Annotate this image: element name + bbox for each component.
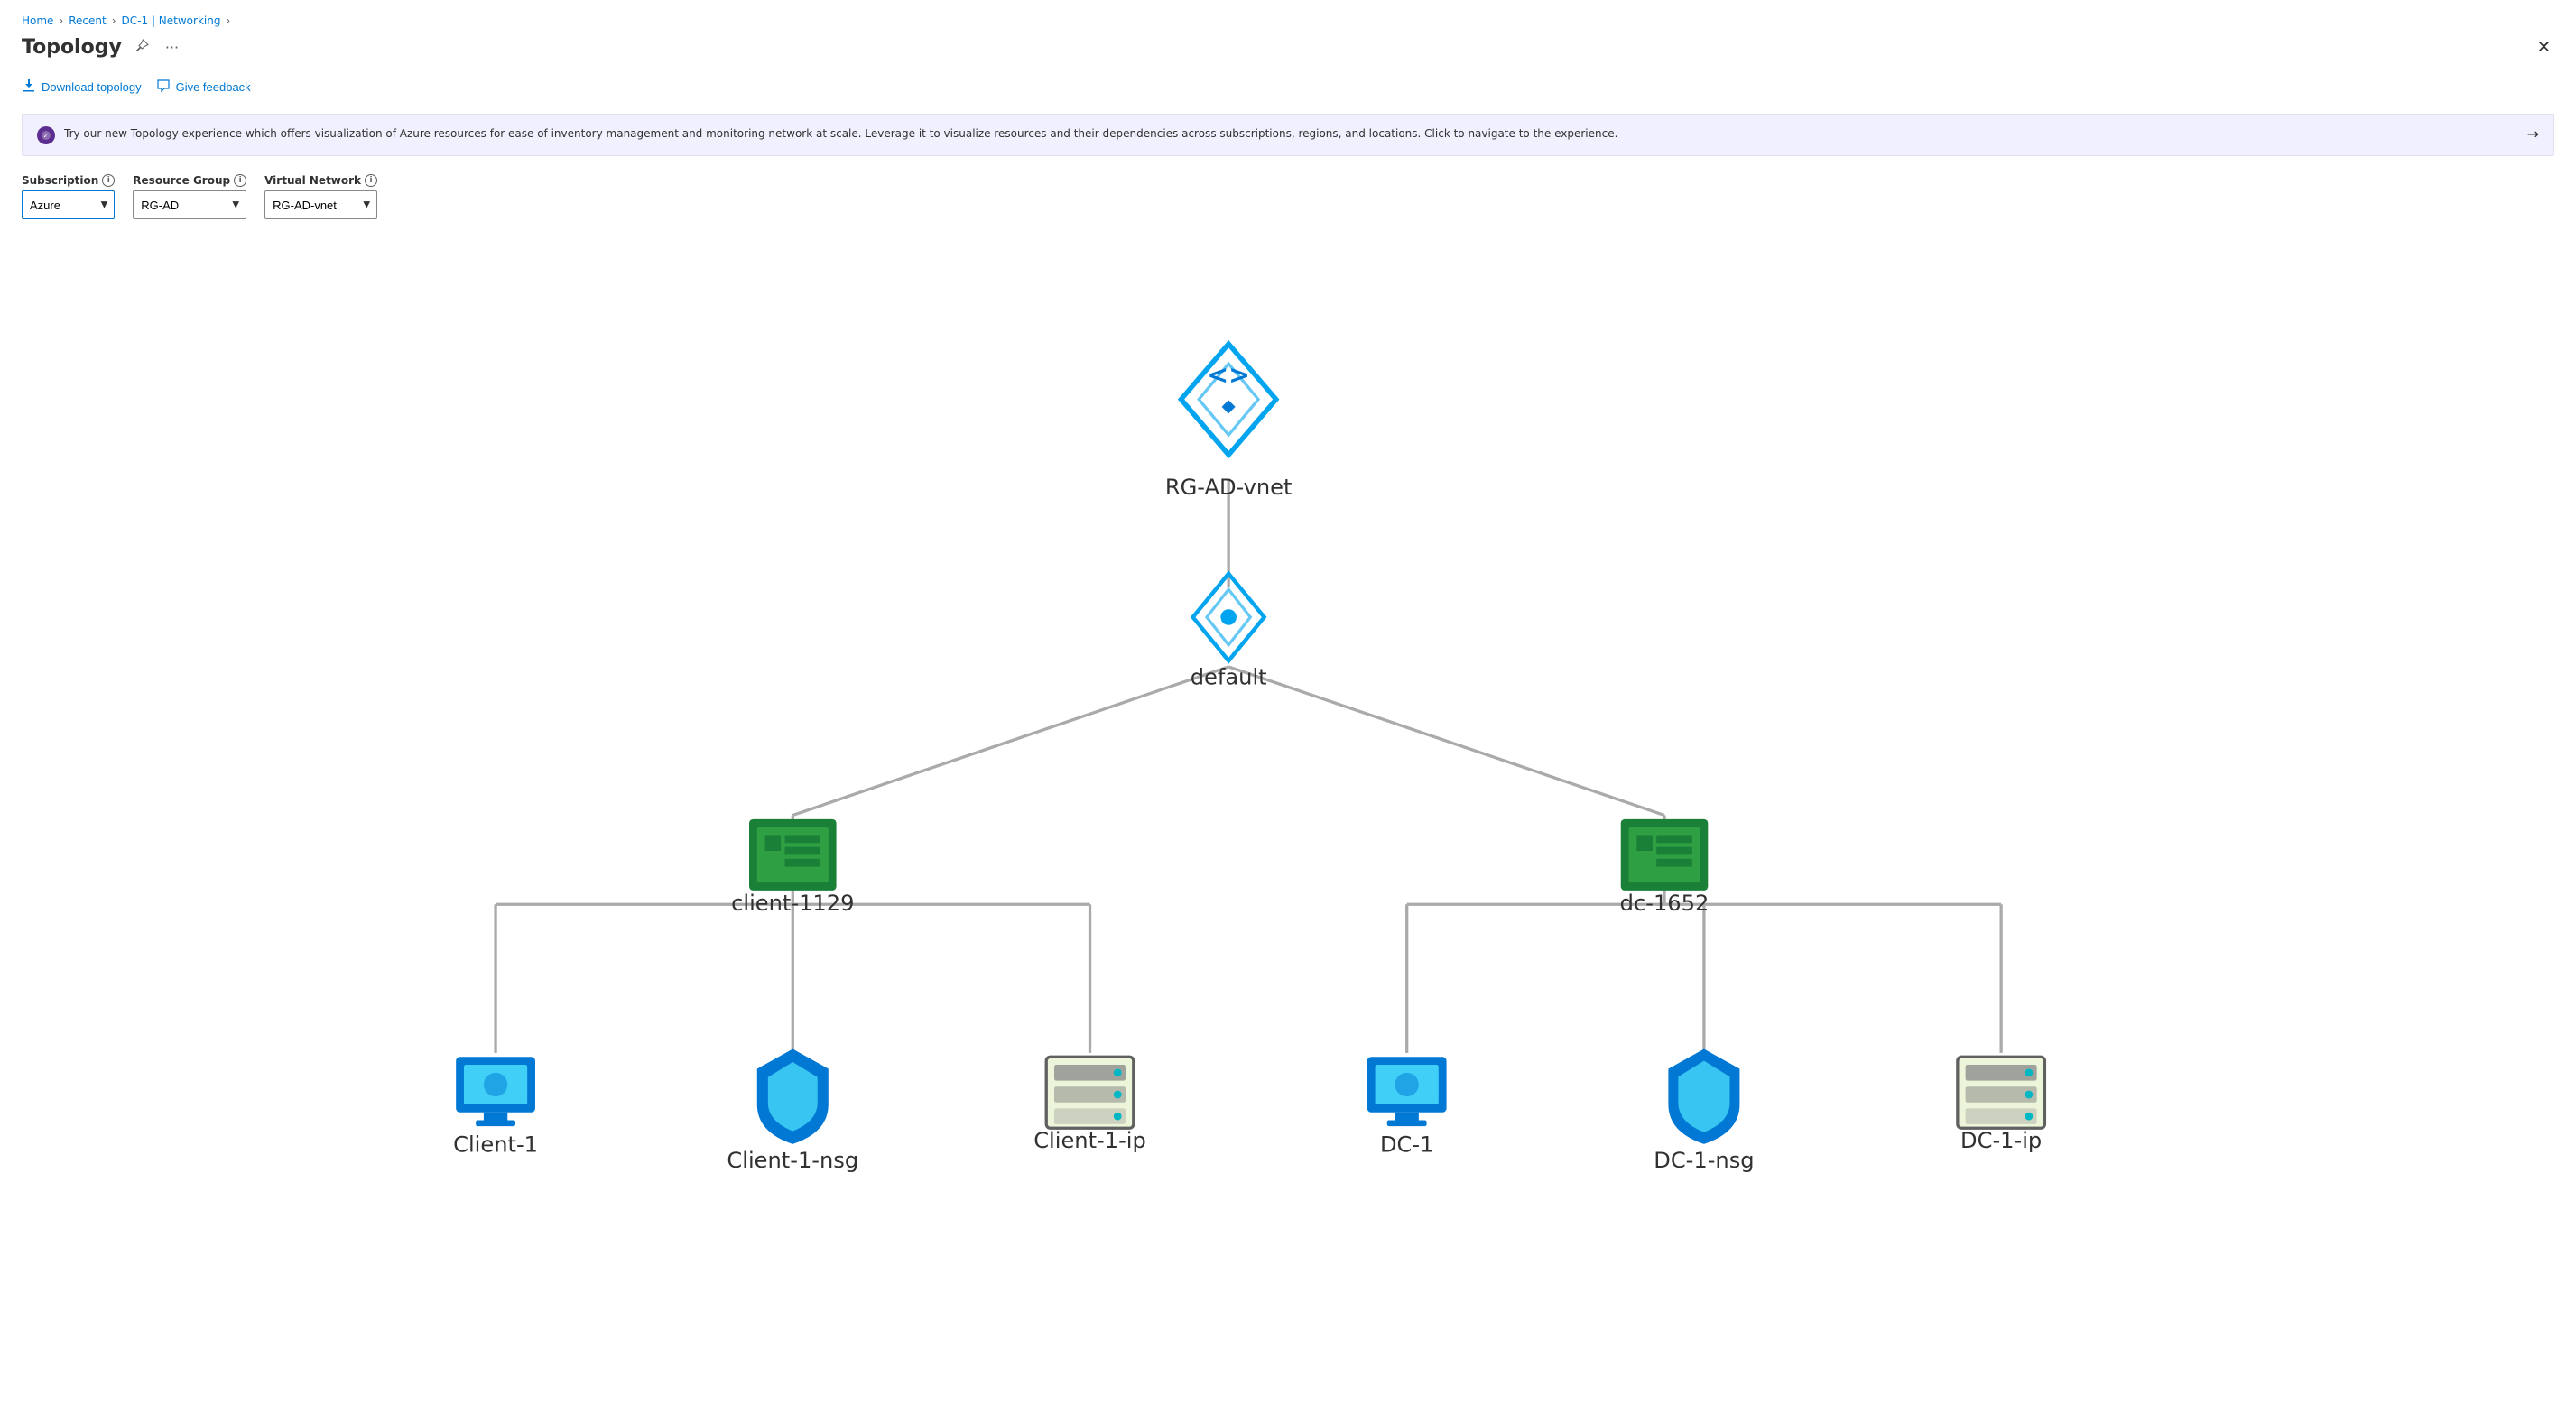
svg-text:<>: <> — [1207, 360, 1250, 390]
breadcrumb: Home › Recent › DC-1 | Networking › — [22, 14, 2554, 27]
main-page: Home › Recent › DC-1 | Networking › Topo… — [0, 0, 2576, 1404]
breadcrumb-home[interactable]: Home — [22, 14, 53, 27]
breadcrumb-networking[interactable]: DC-1 | Networking — [122, 14, 221, 27]
resource-group-info-icon[interactable]: i — [234, 174, 246, 187]
dc1-label: DC-1 — [1380, 1132, 1433, 1158]
subnet-node[interactable]: default — [1191, 574, 1267, 690]
dc1-nsg-label: DC-1-nsg — [1654, 1148, 1754, 1173]
subscription-select[interactable]: Azure — [22, 190, 115, 219]
client1-pip-label: Client-1-ip — [1033, 1128, 1146, 1153]
banner-icon: ✓ — [37, 126, 55, 144]
dc1-pip-label: DC-1-ip — [1960, 1128, 2042, 1153]
info-banner[interactable]: ✓ Try our new Topology experience which … — [22, 114, 2554, 156]
client1-nsg-node[interactable]: Client-1-nsg — [727, 1048, 858, 1173]
subscription-info-icon[interactable]: i — [102, 174, 115, 187]
filters-row: Subscription i Azure ▼ Resource Group i … — [22, 174, 2554, 219]
client-nic-label: client-1129 — [731, 891, 854, 916]
dc1-nsg-node[interactable]: DC-1-nsg — [1654, 1048, 1754, 1173]
virtual-network-info-icon[interactable]: i — [365, 174, 377, 187]
virtual-network-label: Virtual Network i — [264, 174, 377, 187]
topology-svg: <> ◆ RG-AD-vnet default client-1129 — [22, 241, 2554, 1390]
virtual-network-filter: Virtual Network i RG-AD-vnet ▼ — [264, 174, 377, 219]
toolbar: Download topology Give feedback — [22, 75, 2554, 99]
give-feedback-button[interactable]: Give feedback — [156, 75, 251, 99]
vnet-label: RG-AD-vnet — [1165, 475, 1293, 500]
client1-vm-node[interactable]: Client-1 — [453, 1057, 538, 1157]
subnet-label: default — [1191, 665, 1267, 690]
banner-arrow-icon[interactable]: → — [2527, 125, 2539, 143]
dc-nic-label: dc-1652 — [1620, 891, 1710, 916]
download-topology-button[interactable]: Download topology — [22, 75, 142, 99]
svg-text:◆: ◆ — [1222, 395, 1237, 416]
more-options-icon[interactable]: ··· — [162, 35, 182, 60]
banner-text: Try our new Topology experience which of… — [64, 125, 2518, 142]
page-title: Topology — [22, 36, 122, 59]
vnet-node[interactable]: <> ◆ RG-AD-vnet — [1165, 344, 1293, 500]
subscription-filter: Subscription i Azure ▼ — [22, 174, 115, 219]
dc1-vm-node[interactable]: DC-1 — [1367, 1057, 1447, 1157]
resource-group-select[interactable]: RG-AD — [133, 190, 246, 219]
pin-icon[interactable] — [131, 35, 153, 60]
subscription-select-wrapper: Azure ▼ — [22, 190, 115, 219]
client1-pip-node[interactable]: Client-1-ip — [1033, 1057, 1146, 1153]
breadcrumb-recent[interactable]: Recent — [69, 14, 106, 27]
virtual-network-select[interactable]: RG-AD-vnet — [264, 190, 377, 219]
download-icon — [22, 79, 36, 96]
client1-nsg-label: Client-1-nsg — [727, 1148, 858, 1173]
resource-group-label: Resource Group i — [133, 174, 246, 187]
close-button[interactable]: ✕ — [2534, 34, 2554, 60]
resource-group-filter: Resource Group i RG-AD ▼ — [133, 174, 246, 219]
dc-nic-node[interactable]: dc-1652 — [1620, 819, 1710, 916]
client1-label: Client-1 — [453, 1132, 538, 1158]
client-nic-node[interactable]: client-1129 — [731, 819, 854, 916]
dc1-pip-node[interactable]: DC-1-ip — [1958, 1057, 2045, 1153]
virtual-network-select-wrapper: RG-AD-vnet ▼ — [264, 190, 377, 219]
topology-canvas: <> ◆ RG-AD-vnet default client-1129 — [22, 241, 2554, 1390]
subscription-label: Subscription i — [22, 174, 115, 187]
header-row: Topology ··· ✕ — [22, 34, 2554, 60]
title-area: Topology ··· — [22, 35, 182, 60]
resource-group-select-wrapper: RG-AD ▼ — [133, 190, 246, 219]
svg-text:✓: ✓ — [43, 132, 50, 140]
feedback-icon — [156, 79, 171, 96]
